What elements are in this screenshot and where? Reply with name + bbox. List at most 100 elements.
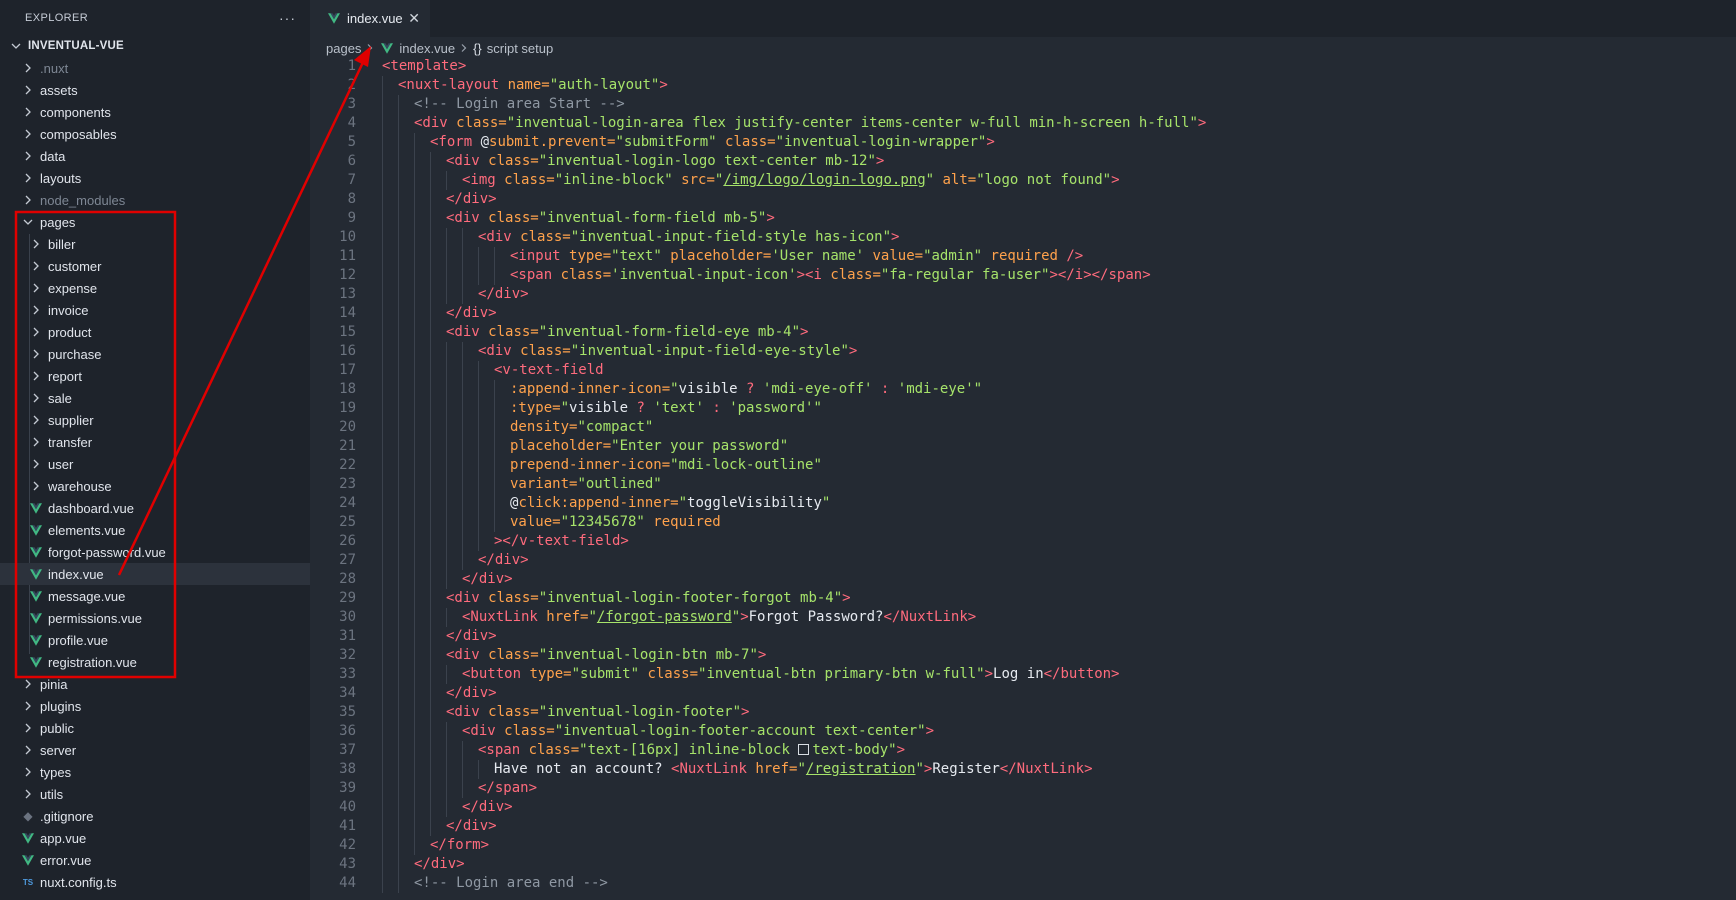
code-token: <form bbox=[430, 134, 481, 150]
tree-folder-composables[interactable]: composables bbox=[0, 123, 310, 145]
tree-folder-server[interactable]: server bbox=[0, 739, 310, 761]
indent-guide bbox=[382, 570, 383, 589]
tree-file-registration-vue[interactable]: registration.vue bbox=[0, 651, 310, 673]
code-line: 10 <div class="inventual-input-field-styl… bbox=[310, 228, 1736, 247]
chevron-right-icon bbox=[28, 327, 44, 337]
tree-folder-customer[interactable]: customer bbox=[0, 255, 310, 277]
code-token: > bbox=[757, 647, 767, 663]
code-token: class= bbox=[456, 115, 507, 131]
indent-guide bbox=[430, 741, 431, 760]
tree-item-label: pages bbox=[40, 214, 76, 230]
tree-folder-data[interactable]: data bbox=[0, 145, 310, 167]
tree-folder-pages[interactable]: pages bbox=[0, 211, 310, 233]
tree-folder-public[interactable]: public bbox=[0, 717, 310, 739]
breadcrumb-file[interactable]: index.vue bbox=[379, 41, 455, 56]
code-line: 25 value="12345678" required bbox=[310, 513, 1736, 532]
tree-folder-product[interactable]: product bbox=[0, 321, 310, 343]
code-editor[interactable]: 1 <template> 2 <nuxt-layout name="auth-layo… bbox=[310, 57, 1736, 900]
tree-folder-purchase[interactable]: purchase bbox=[0, 343, 310, 365]
code-token: " bbox=[588, 609, 597, 625]
tree-folder-report[interactable]: report bbox=[0, 365, 310, 387]
tree-folder-supplier[interactable]: supplier bbox=[0, 409, 310, 431]
tree-item-label: forgot-password.vue bbox=[48, 544, 166, 560]
code-line: 27 </div> bbox=[310, 551, 1736, 570]
code-token: text-body" bbox=[812, 742, 897, 758]
indent-guide bbox=[382, 646, 383, 665]
line-number: 24 bbox=[339, 495, 356, 511]
tree-file-elements-vue[interactable]: elements.vue bbox=[0, 519, 310, 541]
code-token: submit.prevent= bbox=[489, 134, 616, 150]
line-number: 13 bbox=[339, 286, 356, 302]
indent-guide bbox=[478, 475, 479, 494]
tree-folder-node-modules[interactable]: node_modules bbox=[0, 189, 310, 211]
tree-folder-components[interactable]: components bbox=[0, 101, 310, 123]
tree-folder-types[interactable]: types bbox=[0, 761, 310, 783]
tree-folder-assets[interactable]: assets bbox=[0, 79, 310, 101]
indent-guide bbox=[382, 494, 383, 513]
indent-guide bbox=[462, 418, 463, 437]
code-token: > bbox=[659, 77, 668, 93]
tree-folder-pinia[interactable]: pinia bbox=[0, 673, 310, 695]
tree-folder-inventual-vue[interactable]: INVENTUAL-VUE bbox=[0, 35, 310, 57]
indent-guide bbox=[414, 684, 415, 703]
more-actions-button[interactable]: ··· bbox=[279, 10, 296, 26]
breadcrumb-folder[interactable]: pages bbox=[326, 41, 361, 56]
tree-file-dashboard-vue[interactable]: dashboard.vue bbox=[0, 497, 310, 519]
tree-folder-warehouse[interactable]: warehouse bbox=[0, 475, 310, 497]
tab-index-vue[interactable]: index.vue ✕ bbox=[310, 0, 430, 37]
tree-file-message-vue[interactable]: message.vue bbox=[0, 585, 310, 607]
tree-folder-user[interactable]: user bbox=[0, 453, 310, 475]
breadcrumb-symbol[interactable]: {} script setup bbox=[473, 41, 553, 56]
indent-guide bbox=[430, 342, 431, 361]
indent-guide bbox=[446, 456, 447, 475]
code-token: "inventual-form-field mb-5" bbox=[538, 210, 767, 226]
tree-file-error-vue[interactable]: error.vue bbox=[0, 849, 310, 871]
tree-file-permissions-vue[interactable]: permissions.vue bbox=[0, 607, 310, 629]
code-token: class= bbox=[725, 134, 776, 150]
tree-item-label: public bbox=[40, 720, 74, 736]
tree-folder-sale[interactable]: sale bbox=[0, 387, 310, 409]
code-token: :type= bbox=[510, 400, 561, 416]
tree-folder-biller[interactable]: biller bbox=[0, 233, 310, 255]
tree-file-forgot-password-vue[interactable]: forgot-password.vue bbox=[0, 541, 310, 563]
indent-guide bbox=[398, 855, 399, 874]
indent-guide bbox=[414, 779, 415, 798]
tree-folder-utils[interactable]: utils bbox=[0, 783, 310, 805]
typescript-file-icon: TS bbox=[22, 877, 34, 887]
close-icon[interactable]: ✕ bbox=[408, 10, 420, 27]
code-content: <span class="text-[16px] inline-block te… bbox=[478, 741, 905, 760]
code-token: visible bbox=[678, 381, 747, 397]
code-content: :type="visible ? 'text' : 'password'" bbox=[510, 399, 822, 418]
indent-guide bbox=[398, 114, 399, 133]
tree-folder-transfer[interactable]: transfer bbox=[0, 431, 310, 453]
tree-folder-layouts[interactable]: layouts bbox=[0, 167, 310, 189]
indent-guide bbox=[478, 247, 479, 266]
indent-guide bbox=[382, 361, 383, 380]
indent-guide bbox=[398, 494, 399, 513]
tree-folder-nuxt[interactable]: .nuxt bbox=[0, 57, 310, 79]
chevron-right-icon bbox=[28, 261, 44, 271]
tree-folder-expense[interactable]: expense bbox=[0, 277, 310, 299]
tree-folder-invoice[interactable]: invoice bbox=[0, 299, 310, 321]
code-token: > bbox=[925, 723, 935, 739]
code-token: class= bbox=[520, 343, 571, 359]
line-number: 44 bbox=[339, 875, 356, 891]
indent-guide bbox=[446, 779, 447, 798]
tree-file-nuxt-config-ts[interactable]: TS nuxt.config.ts bbox=[0, 871, 310, 893]
indent-guide bbox=[446, 532, 447, 551]
indent-guide bbox=[414, 722, 415, 741]
tree-file-profile-vue[interactable]: profile.vue bbox=[0, 629, 310, 651]
tree-file-index-vue[interactable]: index.vue bbox=[0, 563, 310, 585]
code-token: @ bbox=[480, 134, 490, 150]
code-token: click:append-inner= bbox=[518, 495, 679, 511]
indent-guide bbox=[430, 513, 431, 532]
indent-guide bbox=[414, 228, 415, 247]
tree-file-app-vue[interactable]: app.vue bbox=[0, 827, 310, 849]
indent-guide bbox=[446, 665, 447, 684]
tree-file-gitignore[interactable]: ◆ .gitignore bbox=[0, 805, 310, 827]
line-number: 25 bbox=[339, 514, 356, 530]
tree-folder-plugins[interactable]: plugins bbox=[0, 695, 310, 717]
indent-guide bbox=[446, 741, 447, 760]
indent-guide bbox=[414, 817, 415, 836]
code-token: " bbox=[670, 381, 679, 397]
